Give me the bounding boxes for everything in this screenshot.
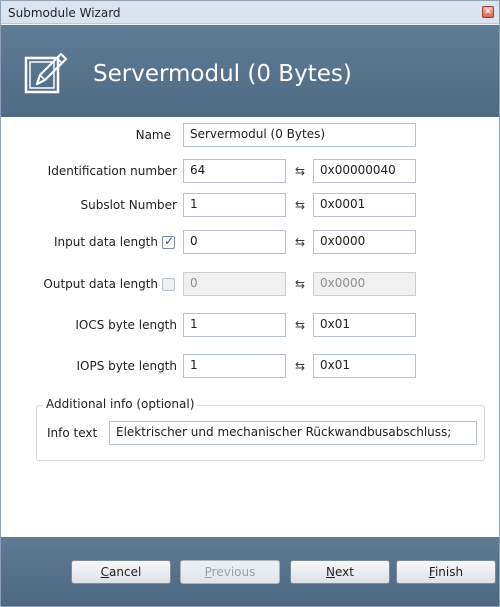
name-input[interactable]: Servermodul (0 Bytes) <box>183 123 416 147</box>
cancel-mnemonic: C <box>100 565 110 579</box>
output-data-length-label: Output data length <box>43 277 158 291</box>
wizard-heading: Servermodul (0 Bytes) <box>93 61 352 87</box>
output-data-length-hex-input: 0x0000 <box>313 272 416 296</box>
input-data-length-checkbox[interactable] <box>162 234 175 249</box>
next-mnemonic: N <box>326 565 335 579</box>
subslot-number-row: Subslot Number 1 ⇆ 0x0001 <box>1 193 499 219</box>
cancel-label-rest: ancel <box>109 565 142 579</box>
swap-arrows-icon: ⇆ <box>294 198 306 212</box>
additional-info-group: Additional info (optional) Info text Ele… <box>36 397 485 461</box>
iocs-byte-length-input[interactable]: 1 <box>183 313 286 337</box>
previous-mnemonic: P <box>204 565 212 579</box>
swap-arrows-icon: ⇆ <box>294 277 306 291</box>
input-data-length-hex-input[interactable]: 0x0000 <box>313 230 416 254</box>
iops-byte-length-input[interactable]: 1 <box>183 354 286 378</box>
swap-arrows-icon: ⇆ <box>294 164 306 178</box>
close-icon: ✕ <box>484 7 492 17</box>
input-data-length-input[interactable]: 0 <box>183 230 286 254</box>
swap-arrows-icon: ⇆ <box>294 318 306 332</box>
previous-button: Previous <box>180 560 280 584</box>
next-label-rest: ext <box>335 565 354 579</box>
subslot-number-hex-input[interactable]: 0x0001 <box>313 193 416 217</box>
subslot-number-input[interactable]: 1 <box>183 193 286 217</box>
finish-label-rest: inish <box>434 565 464 579</box>
info-text-label: Info text <box>47 426 98 440</box>
edit-icon <box>24 52 68 94</box>
iops-byte-length-hex-input[interactable]: 0x01 <box>313 354 416 378</box>
output-data-length-input: 0 <box>183 272 286 296</box>
previous-label-rest: revious <box>211 565 256 579</box>
iops-byte-length-row: IOPS byte length 1 ⇆ 0x01 <box>1 354 499 380</box>
name-row: Name Servermodul (0 Bytes) <box>1 123 499 149</box>
iocs-byte-length-label: IOCS byte length <box>75 318 177 332</box>
next-button[interactable]: Next <box>290 560 390 584</box>
output-data-length-row: Output data length 0 ⇆ 0x0000 <box>1 272 499 298</box>
finish-button[interactable]: Finish <box>396 560 496 584</box>
form-area: Name Servermodul (0 Bytes) Identificatio… <box>1 117 499 537</box>
swap-arrows-icon: ⇆ <box>294 359 306 373</box>
close-button[interactable]: ✕ <box>482 6 494 18</box>
identification-number-row: Identification number 64 ⇆ 0x00000040 <box>1 159 499 185</box>
title-bar: Submodule Wizard ✕ <box>1 1 499 24</box>
additional-info-legend: Additional info (optional) <box>43 397 198 411</box>
input-data-length-label: Input data length <box>54 235 158 249</box>
name-label: Name <box>135 128 171 142</box>
identification-number-hex-input[interactable]: 0x00000040 <box>313 159 416 183</box>
input-data-length-row: Input data length 0 ⇆ 0x0000 <box>1 230 499 256</box>
wizard-header: Servermodul (0 Bytes) <box>1 25 499 117</box>
subslot-number-label: Subslot Number <box>80 198 178 212</box>
output-data-length-checkbox[interactable] <box>162 278 175 291</box>
identification-number-input[interactable]: 64 <box>183 159 286 183</box>
swap-arrows-icon: ⇆ <box>294 235 306 249</box>
cancel-button[interactable]: Cancel <box>71 560 171 584</box>
iops-byte-length-label: IOPS byte length <box>76 359 177 373</box>
iocs-byte-length-hex-input[interactable]: 0x01 <box>313 313 416 337</box>
info-text-input[interactable]: Elektrischer und mechanischer Rückwandbu… <box>109 421 477 445</box>
submodule-wizard-window: Submodule Wizard ✕ Servermodul (0 Bytes)… <box>0 0 500 607</box>
window-title: Submodule Wizard <box>8 6 121 20</box>
identification-number-label: Identification number <box>47 164 177 178</box>
button-bar: Cancel Previous Next Finish <box>1 537 499 606</box>
iocs-byte-length-row: IOCS byte length 1 ⇆ 0x01 <box>1 313 499 339</box>
